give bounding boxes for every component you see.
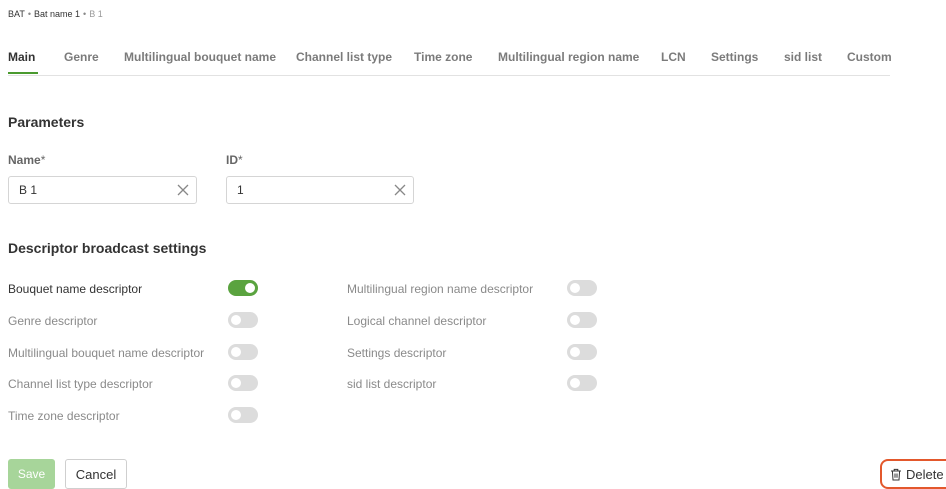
save-button[interactable]: Save [8,459,55,489]
id-field-label: ID* [226,153,243,167]
delete-button[interactable]: Delete [880,459,946,489]
toggle-knob [570,315,580,325]
toggle-knob [570,378,580,388]
toggle-knob [231,378,241,388]
descriptor-label: Bouquet name descriptor [8,282,143,296]
tab-custom[interactable]: Custom [847,50,892,64]
time-zone-descriptor-toggle[interactable] [228,407,258,423]
multilingual-region-name-descriptor-toggle[interactable] [567,280,597,296]
tab-genre[interactable]: Genre [64,50,99,64]
toggle-knob [570,283,580,293]
trash-icon [891,468,901,480]
toggle-knob [245,283,255,293]
descriptor-label: Logical channel descriptor [347,314,487,328]
tab-settings[interactable]: Settings [711,50,758,64]
close-icon[interactable] [393,183,407,197]
descriptor-label: Settings descriptor [347,346,447,360]
descriptor-settings-heading: Descriptor broadcast settings [8,240,207,256]
name-field-label: Name* [8,153,45,167]
breadcrumb-separator: • [83,9,87,19]
name-field [8,176,197,204]
delete-label: Delete [906,466,944,482]
toggle-knob [231,347,241,357]
id-label-text: ID [226,153,238,167]
descriptor-label: Time zone descriptor [8,409,120,423]
name-label-text: Name [8,153,41,167]
tab-multilingual-bouquet-name[interactable]: Multilingual bouquet name [124,50,276,64]
breadcrumb: BAT • Bat name 1 • B 1 [8,9,103,19]
descriptor-label: Genre descriptor [8,314,98,328]
descriptor-label: sid list descriptor [347,377,437,391]
descriptor-label: Multilingual region name descriptor [347,282,534,296]
tab-time-zone[interactable]: Time zone [414,50,472,64]
tab-lcn[interactable]: LCN [661,50,686,64]
active-tab-indicator [8,72,38,74]
close-icon[interactable] [176,183,190,197]
required-mark: * [238,153,243,167]
channel-list-type-descriptor-toggle[interactable] [228,375,258,391]
genre-descriptor-toggle[interactable] [228,312,258,328]
toggle-knob [231,410,241,420]
required-mark: * [40,153,46,167]
parameters-heading: Parameters [8,114,85,130]
multilingual-bouquet-name-descriptor-toggle[interactable] [228,344,258,360]
breadcrumb-current: B 1 [89,9,103,19]
toggle-knob [570,347,580,357]
tab-channel-list-type[interactable]: Channel list type [296,50,392,64]
descriptor-label: Channel list type descriptor [8,377,153,391]
breadcrumb-root[interactable]: BAT [8,9,25,19]
tab-main[interactable]: Main [8,50,35,64]
tab-sid-list[interactable]: sid list [784,50,822,64]
bouquet-name-descriptor-toggle[interactable] [228,280,258,296]
breadcrumb-parent[interactable]: Bat name 1 [34,9,80,19]
id-input[interactable] [237,177,377,203]
logical-channel-descriptor-toggle[interactable] [567,312,597,328]
breadcrumb-separator: • [27,9,31,19]
settings-descriptor-toggle[interactable] [567,344,597,360]
cancel-button[interactable]: Cancel [65,459,127,489]
tab-multilingual-region-name[interactable]: Multilingual region name [498,50,639,64]
toggle-knob [231,315,241,325]
sid-list-descriptor-toggle[interactable] [567,375,597,391]
tab-bar: Main Genre Multilingual bouquet name Cha… [8,50,892,76]
descriptor-label: Multilingual bouquet name descriptor [8,346,205,360]
id-field [226,176,414,204]
name-input[interactable] [19,177,159,203]
